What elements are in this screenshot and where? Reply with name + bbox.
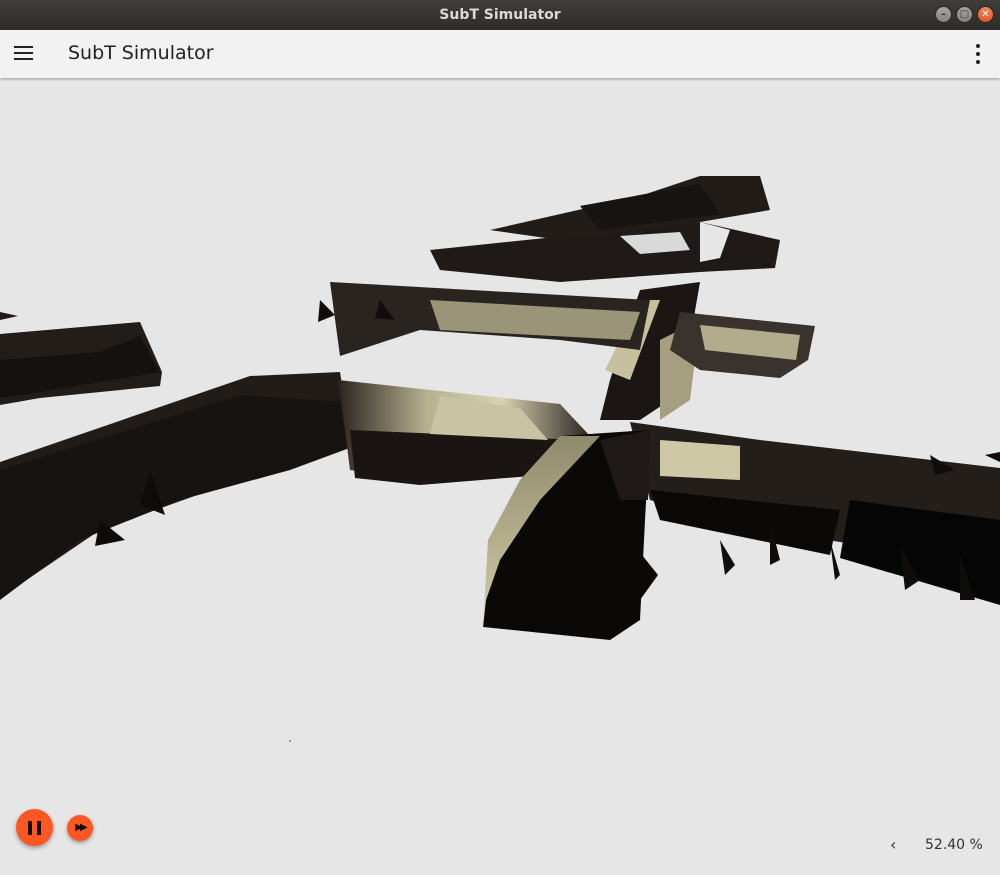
real-time-factor: 52.40 % bbox=[925, 837, 983, 853]
app-toolbar: SubT Simulator bbox=[0, 30, 1000, 78]
tunnel-far-north bbox=[430, 176, 780, 282]
tunnel-main-west bbox=[0, 372, 355, 600]
chevron-left-icon[interactable]: ‹ bbox=[890, 836, 904, 854]
tunnel-render bbox=[0, 176, 1000, 742]
3d-scene-viewport[interactable] bbox=[0, 78, 1000, 875]
maximize-icon[interactable]: □ bbox=[956, 6, 973, 23]
app-title: SubT Simulator bbox=[68, 42, 214, 64]
pause-button[interactable] bbox=[16, 809, 53, 846]
pause-icon bbox=[28, 820, 41, 835]
hamburger-menu-icon[interactable] bbox=[14, 46, 33, 61]
tunnel-segment-left-upper bbox=[0, 312, 162, 405]
fast-forward-icon: ▶▶ bbox=[75, 822, 88, 833]
minimize-icon[interactable]: – bbox=[935, 6, 952, 23]
step-button[interactable]: ▶▶ bbox=[67, 815, 93, 841]
app-window: SubT Simulator – □ ✕ SubT Simulator ▶▶ ‹… bbox=[0, 0, 1000, 875]
os-title-bar: SubT Simulator – □ ✕ bbox=[0, 0, 1000, 30]
window-title: SubT Simulator bbox=[439, 7, 561, 23]
window-controls: – □ ✕ bbox=[935, 6, 994, 23]
tunnel-middle-cross bbox=[330, 282, 815, 378]
scene-speck bbox=[289, 740, 291, 742]
tunnel-main-east bbox=[630, 422, 1000, 605]
kebab-menu-icon[interactable] bbox=[974, 44, 982, 66]
close-icon[interactable]: ✕ bbox=[977, 6, 994, 23]
